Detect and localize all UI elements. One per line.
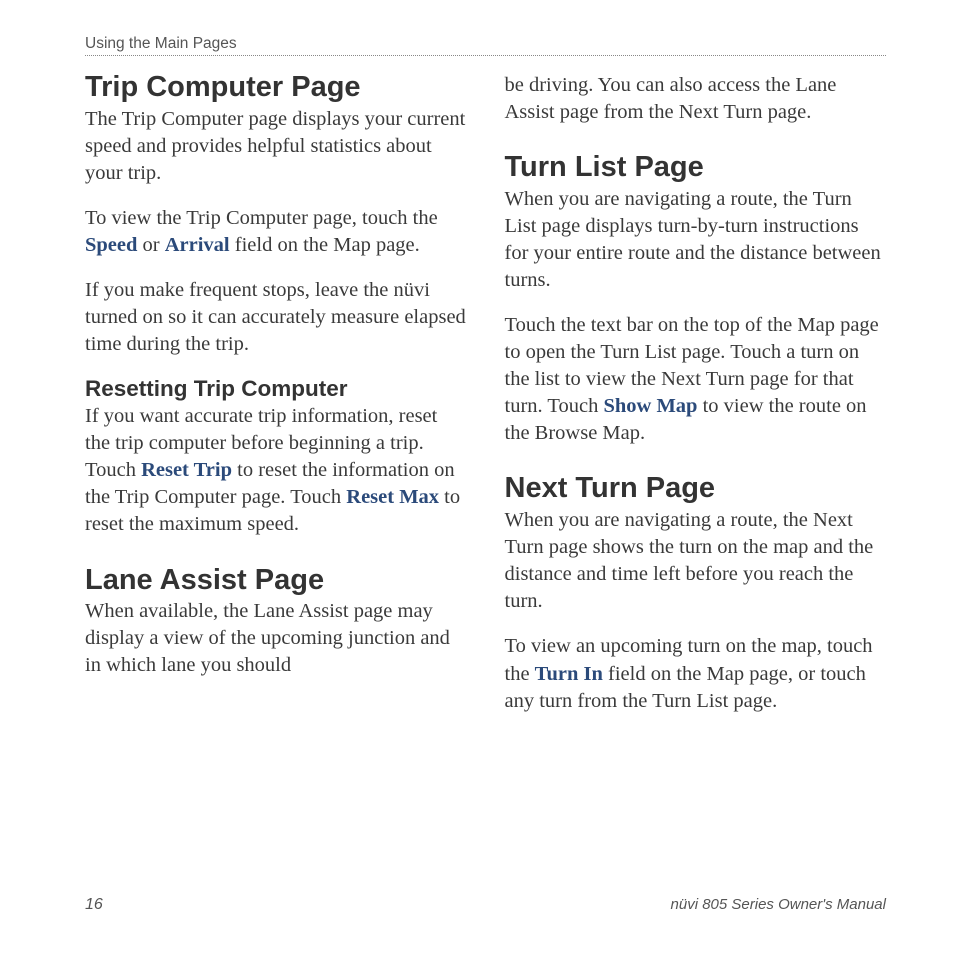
page-footer: 16 nüvi 805 Series Owner's Manual <box>85 896 886 914</box>
body-text: If you make frequent stops, leave the nü… <box>85 277 467 358</box>
body-text: be driving. You can also access the Lane… <box>505 72 887 126</box>
text-run: To view the Trip Computer page, touch th… <box>85 207 438 229</box>
body-text: When available, the Lane Assist page may… <box>85 598 467 679</box>
manual-title: nüvi 805 Series Owner's Manual <box>671 896 886 913</box>
section-header: Using the Main Pages <box>85 35 886 53</box>
ui-ref-show-map: Show Map <box>603 395 697 417</box>
header-divider <box>85 55 886 56</box>
content-columns: Trip Computer Page The Trip Computer pag… <box>85 72 886 733</box>
body-text: Touch the text bar on the top of the Map… <box>505 312 887 447</box>
ui-ref-speed: Speed <box>85 234 137 256</box>
ui-ref-reset-trip: Reset Trip <box>141 459 232 481</box>
body-text: To view an upcoming turn on the map, tou… <box>505 633 887 714</box>
page-number: 16 <box>85 896 103 914</box>
ui-ref-turn-in: Turn In <box>535 663 603 685</box>
heading-trip-computer: Trip Computer Page <box>85 72 467 104</box>
heading-resetting: Resetting Trip Computer <box>85 376 467 402</box>
text-run: field on the Map page. <box>230 234 420 256</box>
heading-lane-assist: Lane Assist Page <box>85 565 467 597</box>
left-column: Trip Computer Page The Trip Computer pag… <box>85 72 467 733</box>
right-column: be driving. You can also access the Lane… <box>505 72 887 733</box>
heading-turn-list: Turn List Page <box>505 152 887 184</box>
ui-ref-reset-max: Reset Max <box>346 486 439 508</box>
body-text: The Trip Computer page displays your cur… <box>85 106 467 187</box>
ui-ref-arrival: Arrival <box>165 234 230 256</box>
body-text: To view the Trip Computer page, touch th… <box>85 205 467 259</box>
heading-next-turn: Next Turn Page <box>505 473 887 505</box>
body-text: When you are navigating a route, the Tur… <box>505 186 887 294</box>
text-run: or <box>137 234 164 256</box>
body-text: When you are navigating a route, the Nex… <box>505 507 887 615</box>
body-text: If you want accurate trip information, r… <box>85 403 467 538</box>
